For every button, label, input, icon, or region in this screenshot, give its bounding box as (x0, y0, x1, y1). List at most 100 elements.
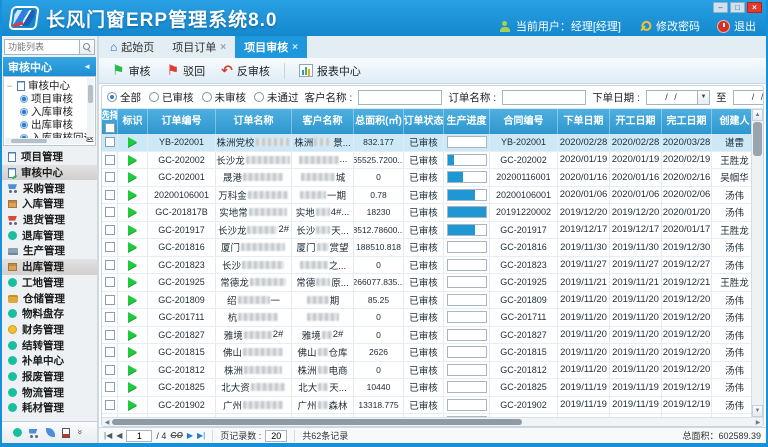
cart-icon[interactable] (29, 428, 39, 438)
report-icon[interactable] (62, 428, 70, 438)
close-icon[interactable]: × (292, 42, 298, 53)
sidebar-item-outbound-management[interactable]: 出库管理 (2, 259, 97, 275)
prev-page-button[interactable]: ◀ (116, 431, 122, 440)
order-date-to-input[interactable]: / / (733, 90, 763, 105)
function-search-input[interactable] (4, 39, 80, 55)
sidebar-item-project-management[interactable]: 项目管理 (2, 149, 97, 165)
close-button[interactable]: × (747, 2, 762, 13)
row-checkbox[interactable] (105, 260, 115, 270)
row-checkbox[interactable] (105, 137, 115, 147)
table-row[interactable]: GC-201925常德龙常德原...266077.835...已审核GC-201… (102, 274, 763, 292)
sidebar-item-logistics-management[interactable]: 物流管理 (2, 384, 97, 400)
order-name-input[interactable] (502, 90, 586, 105)
minimize-button[interactable]: – (713, 2, 728, 13)
sidebar-item-carryover-management[interactable]: 结转管理 (2, 337, 97, 353)
table-row[interactable]: GC-201917长沙龙2#长沙天...8512.78600...已审核GC-2… (102, 222, 763, 240)
vertical-scroll-thumb[interactable] (753, 122, 762, 156)
row-checkbox[interactable] (105, 400, 115, 410)
table-horizontal-scrollbar[interactable]: ◀ ▶ (102, 417, 763, 426)
customer-name-input[interactable] (358, 90, 442, 105)
col-header-start-date[interactable]: 开工日期 (610, 109, 662, 134)
maximize-button[interactable]: □ (730, 2, 745, 13)
page-size-input[interactable] (265, 430, 287, 442)
col-header-order-name[interactable]: 订单名称 (216, 109, 292, 134)
table-row[interactable]: GC-201816厦门厦门赏望188510.818已审核GC-201816201… (102, 239, 763, 257)
row-checkbox[interactable] (105, 382, 115, 392)
table-row[interactable]: GC-201823长沙之...0已审核GC-2018232019/11/2720… (102, 257, 763, 275)
table-row[interactable]: GC-201815佛山佛山仓库2626已审核GC-2018152019/11/2… (102, 344, 763, 362)
table-row[interactable]: GC-202002长沙龙...65525.7200...已审核GC-202002… (102, 152, 763, 170)
sidebar-item-finance-management[interactable]: 财务管理 (2, 322, 97, 338)
sidebar-item-supplement-center[interactable]: 补单中心 (2, 353, 97, 369)
sidebar-item-consumables-management[interactable]: 耗材管理 (2, 400, 97, 416)
overflow-icon[interactable] (77, 428, 87, 438)
col-header-order-no[interactable]: 订单编号 (148, 109, 216, 134)
change-password-link[interactable]: 修改密码 (656, 18, 700, 34)
sidebar-item-production-management[interactable]: 生产管理 (2, 243, 97, 259)
dot-icon[interactable] (13, 428, 22, 437)
sidebar-item-warehouse-management[interactable]: 仓储管理 (2, 290, 97, 306)
col-header-select[interactable]: 选择 (102, 109, 118, 134)
radio-failed[interactable]: 未通过 (254, 90, 299, 105)
audit-button[interactable]: ⚑审核 (105, 61, 158, 81)
scroll-right-icon[interactable]: ▶ (753, 418, 763, 426)
row-checkbox[interactable] (105, 365, 115, 375)
col-header-flag[interactable]: 标识 (118, 109, 148, 134)
table-row[interactable]: YB-202001株洲党校株洲景...832.177已审核YB-20200120… (102, 134, 763, 152)
row-checkbox[interactable] (105, 225, 115, 235)
row-checkbox[interactable] (105, 277, 115, 287)
page-number-input[interactable] (126, 430, 152, 442)
table-row[interactable]: GC-201825北大资北大天...10440已审核GC-2018252019/… (102, 379, 763, 397)
tab-project-audit[interactable]: 项目审核× (235, 36, 307, 58)
scroll-down-icon[interactable]: ▼ (752, 405, 763, 417)
reverse-audit-button[interactable]: ↶反审核 (214, 61, 277, 81)
sidebar-item-stock-return-management[interactable]: 退库管理 (2, 227, 97, 243)
order-date-from-input[interactable]: / / (646, 90, 698, 105)
sidebar-item-material-inventory[interactable]: 物料盘存 (2, 306, 97, 322)
table-row[interactable]: GC-201817B实地常实地4#...18230已审核201912200022… (102, 204, 763, 222)
row-checkbox[interactable] (105, 190, 115, 200)
calendar-dropdown-icon[interactable]: ▼ (698, 90, 710, 105)
sidebar-item-goods-return-management[interactable]: 退货管理 (2, 212, 97, 228)
collapse-icon[interactable]: ◄ (83, 62, 91, 71)
radio-all[interactable]: 全部 (107, 90, 141, 105)
row-checkbox[interactable] (105, 172, 115, 182)
sidebar-item-inbound-management[interactable]: 入库管理 (2, 196, 97, 212)
row-checkbox[interactable] (105, 330, 115, 340)
sidebar-item-audit-center[interactable]: 审核中心 (2, 165, 97, 181)
close-icon[interactable]: × (220, 42, 226, 53)
col-header-finish-date[interactable]: 完工日期 (662, 109, 712, 134)
table-row[interactable]: GC-201902广州广州森林13318.775已审核GC-2019022019… (102, 397, 763, 415)
go-button[interactable]: GO (170, 431, 182, 440)
row-checkbox[interactable] (105, 295, 115, 305)
sidebar-item-purchase-management[interactable]: 采购管理 (2, 180, 97, 196)
logout-link[interactable]: 退出 (734, 18, 756, 34)
col-header-progress[interactable]: 生产进度 (444, 109, 490, 134)
scroll-up-icon[interactable]: ▲ (752, 109, 763, 121)
col-header-contract[interactable]: 合同编号 (490, 109, 558, 134)
horizontal-scroll-thumb[interactable] (112, 419, 522, 425)
table-row[interactable]: GC-201809绍一期85.25已审核GC-2018092019/11/202… (102, 292, 763, 310)
search-button[interactable] (80, 39, 95, 55)
leaf-icon[interactable] (46, 428, 55, 437)
table-row[interactable]: GC-201827雅境2#雅境2#0已审核GC-2018272019/11/20… (102, 327, 763, 345)
row-checkbox[interactable] (105, 242, 115, 252)
tree-expander-icon[interactable]: − (7, 81, 14, 91)
next-page-button[interactable]: ▶ (187, 431, 193, 440)
tab-project-order[interactable]: 项目订单× (163, 36, 235, 58)
table-row[interactable]: GC-202001晟港城0已审核202001160012020/01/16202… (102, 169, 763, 187)
row-checkbox[interactable] (105, 155, 115, 165)
col-header-area[interactable]: 总面积(㎡) (354, 109, 404, 134)
table-row[interactable]: 20200106001万科金一期0.78已审核202001060012020/0… (102, 187, 763, 205)
report-center-button[interactable]: 报表中心 (292, 61, 368, 81)
tab-home-page[interactable]: ⌂起始页 (101, 36, 163, 58)
radio-unaudited[interactable]: 未审核 (202, 90, 247, 105)
table-row[interactable]: GC-201812株洲株洲电商0已审核GC-2018122019/11/2020… (102, 362, 763, 380)
col-header-order-date[interactable]: 下单日期 (558, 109, 610, 134)
table-row[interactable]: GC-201711杭0已审核GC-2017112019/11/202019/11… (102, 309, 763, 327)
select-all-checkbox[interactable] (105, 123, 115, 133)
table-vertical-scrollbar[interactable]: ▲ ▼ (751, 109, 763, 417)
col-header-status[interactable]: 订单状态 (404, 109, 444, 134)
sidebar-item-scrap-management[interactable]: 报废管理 (2, 369, 97, 385)
row-checkbox[interactable] (105, 207, 115, 217)
